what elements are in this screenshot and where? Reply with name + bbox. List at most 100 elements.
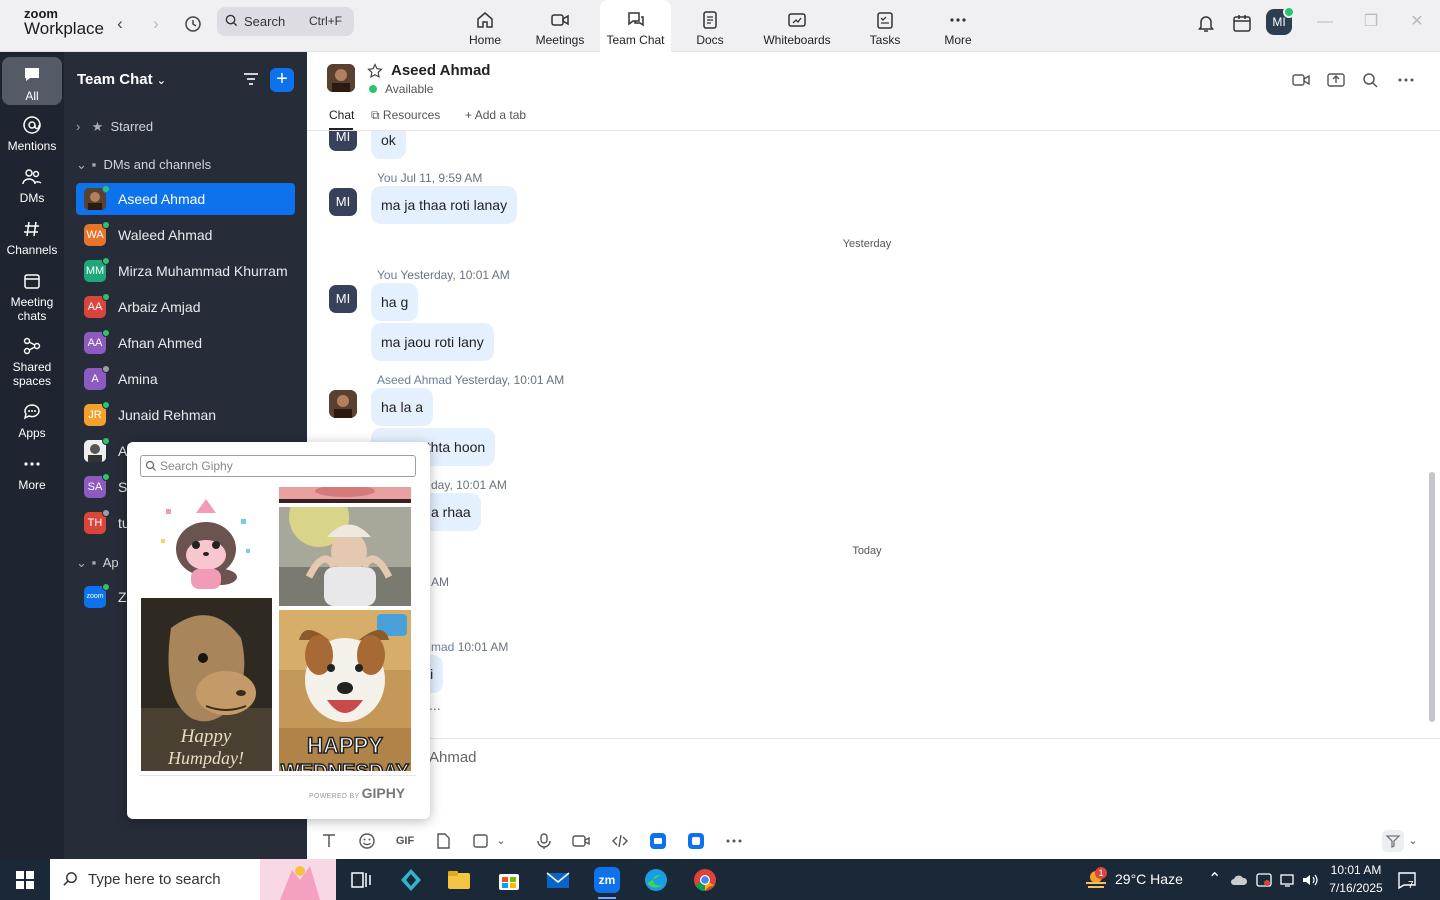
file-icon[interactable] — [434, 832, 452, 850]
minimize-icon[interactable]: — — [1315, 12, 1335, 32]
more-dots-icon — [950, 18, 966, 22]
rail-channels[interactable]: Channels — [2, 219, 62, 257]
tab-chat[interactable]: Chat — [329, 108, 354, 122]
contact-avatar[interactable] — [327, 64, 355, 92]
gif-thumbnail[interactable]: HAPPY WEDNESDAY — [279, 610, 411, 771]
add-tab-button[interactable]: + Add a tab — [465, 108, 526, 122]
calendar-icon[interactable] — [1231, 12, 1253, 34]
app-taskbar-icon[interactable] — [398, 867, 424, 893]
sidebar-item-aseed-ahmad[interactable]: Aseed Ahmad — [76, 183, 295, 215]
emoji-icon[interactable] — [358, 832, 376, 850]
sidebar-item-junaid-rehman[interactable]: JR Junaid Rehman — [76, 399, 295, 431]
gif-thumbnail[interactable] — [279, 507, 411, 606]
section-dms-channels[interactable]: ⌄ ▪ DMs and channels — [76, 157, 211, 173]
gif-button[interactable]: GIF — [394, 832, 416, 850]
giphy-search-box[interactable] — [140, 455, 416, 477]
rail-all[interactable]: All — [2, 57, 62, 105]
sidebar-item-waleed-ahmad[interactable]: WA Waleed Ahmad — [76, 219, 295, 251]
sidebar-item-amina[interactable]: A Amina — [76, 363, 295, 395]
maximize-icon[interactable]: ❐ — [1361, 12, 1381, 32]
code-snippet-icon[interactable] — [611, 832, 629, 850]
clock-time[interactable]: 10:01 AM — [1326, 863, 1386, 877]
weather-text[interactable]: 29°C Haze — [1115, 871, 1183, 887]
message-list[interactable]: MI ok You Jul 11, 9:59 AM MI ma ja thaa … — [307, 131, 1427, 738]
scrollbar-thumb[interactable] — [1429, 472, 1435, 722]
tab-meetings[interactable]: Meetings — [524, 0, 596, 52]
cloud-icon[interactable] — [1230, 871, 1248, 889]
tab-docs[interactable]: Docs — [674, 0, 746, 52]
file-explorer-icon[interactable] — [446, 867, 472, 893]
tab-team-chat[interactable]: Team Chat — [600, 0, 671, 52]
message-bubble[interactable]: ha la a — [371, 388, 434, 426]
filter-icon[interactable] — [242, 70, 260, 88]
tab-resources[interactable]: ⧉ Resources — [371, 108, 440, 123]
star-icon[interactable] — [367, 63, 383, 79]
new-chat-button[interactable]: + — [270, 68, 294, 92]
message-input[interactable]: Ahmad — [429, 749, 477, 766]
video-call-icon[interactable] — [1292, 71, 1310, 89]
clock-date[interactable]: 7/16/2025 — [1326, 881, 1386, 895]
section-starred[interactable]: › ★ Starred — [76, 119, 153, 135]
windows-start-icon[interactable] — [16, 871, 34, 889]
sidebar-item-afnan-ahmed[interactable]: AA Afnan Ahmed — [76, 327, 295, 359]
chrome-browser-icon[interactable] — [692, 867, 718, 893]
rail-shared-spaces[interactable]: Shared spaces — [2, 336, 62, 388]
giphy-search-input[interactable] — [160, 458, 410, 474]
message-bubble[interactable]: ha g — [371, 283, 419, 321]
bell-icon[interactable] — [1195, 12, 1217, 34]
chevron-down-icon[interactable]: ⌄ — [1407, 832, 1419, 850]
network-icon[interactable] — [1279, 871, 1297, 889]
video-message-icon[interactable] — [572, 832, 590, 850]
more-options-icon[interactable] — [1397, 71, 1415, 89]
tab-home[interactable]: Home — [449, 0, 521, 52]
tab-tasks[interactable]: Tasks — [849, 0, 921, 52]
user-avatar[interactable]: MI — [1266, 6, 1295, 35]
rail-dms[interactable]: DMs — [2, 167, 62, 205]
sidebar-title[interactable]: Team Chat ⌄ — [77, 71, 166, 88]
volume-icon[interactable] — [1301, 871, 1319, 889]
gif-thumbnail[interactable]: Happy Humpday! — [141, 598, 272, 771]
back-arrow-icon[interactable]: ‹ — [110, 14, 130, 34]
rail-more[interactable]: More — [2, 454, 62, 492]
security-icon[interactable] — [1255, 871, 1273, 889]
message-bubble[interactable]: ma jaou roti lany — [371, 323, 494, 361]
section-apps[interactable]: ⌄ ▪ Ap — [76, 555, 119, 571]
chevron-down-icon[interactable]: ⌄ — [496, 832, 506, 850]
screenshot-icon[interactable] — [472, 832, 490, 850]
gif-thumbnail[interactable] — [279, 487, 411, 503]
search-icon[interactable] — [1361, 71, 1379, 89]
sidebar-item-arbaiz-amjad[interactable]: AA Arbaiz Amjad — [76, 291, 295, 323]
chevron-up-icon[interactable]: ⌃ — [1208, 869, 1221, 889]
text-format-icon[interactable] — [320, 832, 338, 850]
microsoft-store-icon[interactable] — [496, 867, 522, 893]
zoom-taskbar-icon[interactable]: zm — [594, 867, 620, 899]
rail-mentions[interactable]: Mentions — [2, 115, 62, 153]
edge-browser-icon[interactable] — [643, 867, 669, 893]
rail-meeting-chats[interactable]: Meeting chats — [2, 271, 62, 323]
message-bubble[interactable]: ma ja thaa roti lanay — [371, 186, 518, 224]
avatar: MI — [329, 131, 357, 151]
rail-apps[interactable]: Apps — [2, 402, 62, 440]
tab-whiteboards[interactable]: Whiteboards — [754, 0, 840, 52]
taskbar-search-box[interactable]: Type here to search — [50, 859, 336, 900]
notification-center-icon[interactable] — [1396, 869, 1418, 891]
task-view-icon[interactable] — [348, 867, 374, 893]
gif-caption: Happy — [180, 726, 232, 747]
gif-thumbnail[interactable] — [141, 499, 272, 595]
mail-icon[interactable] — [545, 867, 571, 893]
send-options-icon[interactable] — [1382, 830, 1404, 852]
more-options-icon[interactable] — [725, 832, 743, 850]
sidebar-item-mirza-muhammad-khurram[interactable]: MM Mirza Muhammad Khurram — [76, 255, 295, 287]
app-icon[interactable] — [687, 832, 705, 850]
share-screen-icon[interactable] — [1327, 71, 1345, 89]
message-bubble[interactable]: ok — [371, 131, 406, 159]
forward-arrow-icon[interactable]: › — [146, 14, 166, 34]
global-search-box[interactable]: Search Ctrl+F — [217, 7, 354, 36]
tab-more[interactable]: More — [922, 0, 994, 52]
app-icon[interactable] — [649, 832, 667, 850]
status-dot — [102, 509, 110, 517]
history-icon[interactable] — [183, 14, 203, 34]
close-icon[interactable]: ✕ — [1407, 12, 1427, 32]
status-dot — [102, 329, 110, 337]
microphone-icon[interactable] — [535, 832, 553, 850]
